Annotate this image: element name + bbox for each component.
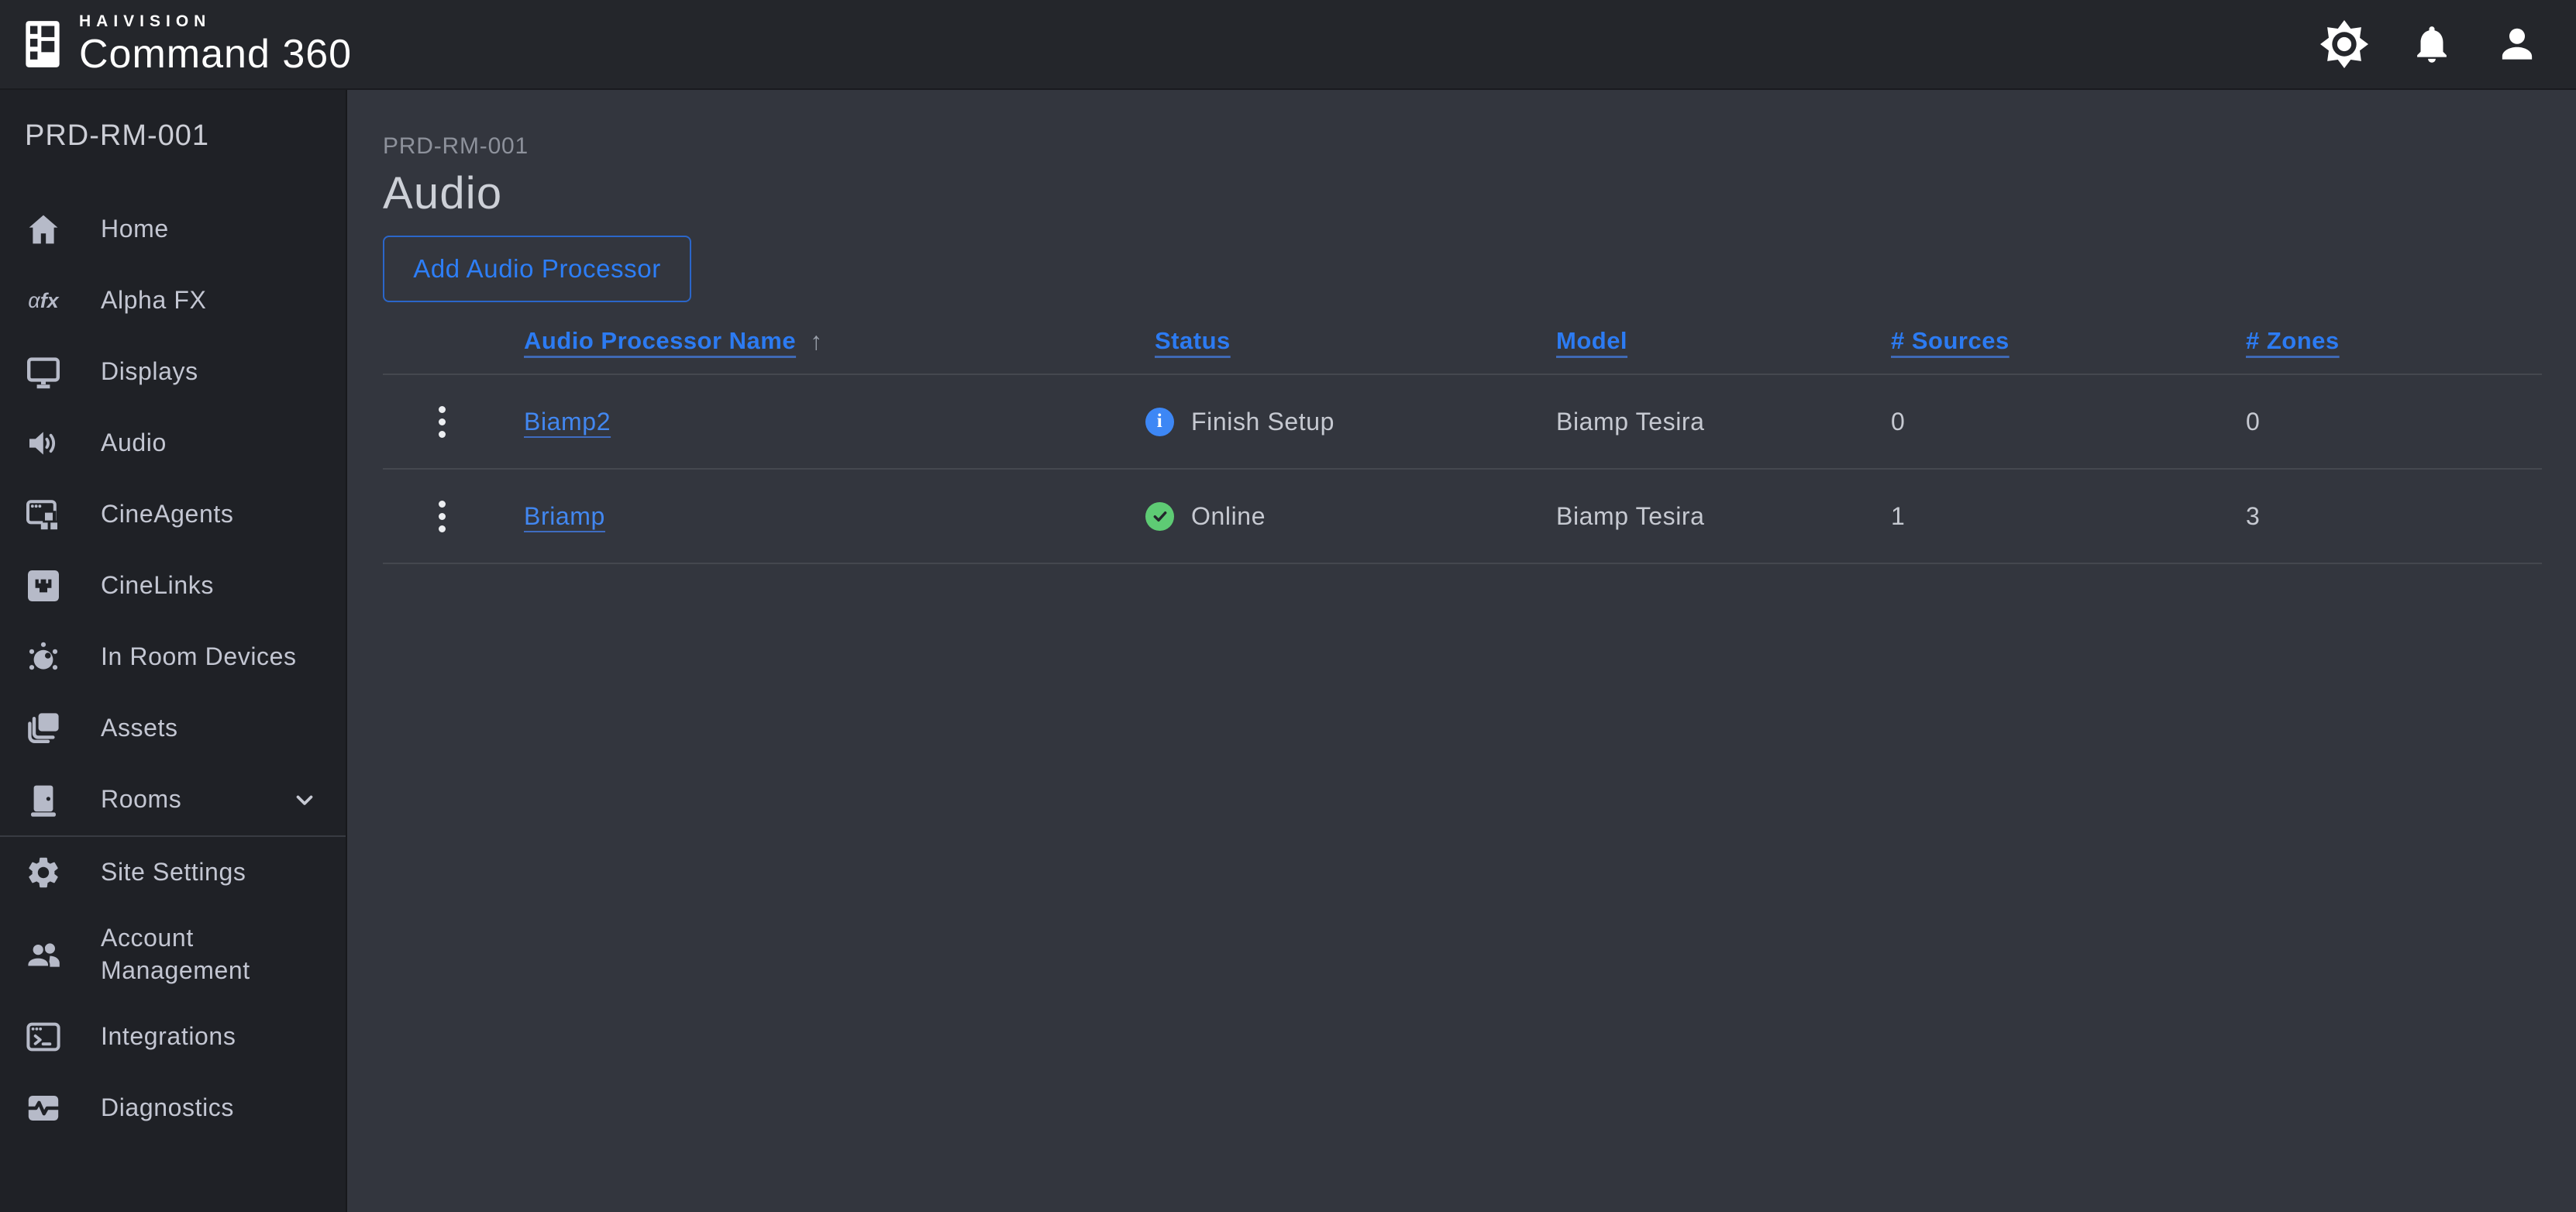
row-actions-kebab-icon[interactable]	[383, 470, 501, 563]
column-header-sources[interactable]: # Sources	[1891, 327, 2246, 355]
sidebar-item-label: Rooms	[101, 783, 181, 816]
alpha-fx-icon: αfx	[23, 289, 64, 313]
brand-product: Command 360	[79, 32, 352, 77]
sidebar-item-label: CineLinks	[101, 570, 214, 602]
sidebar-item-displays[interactable]: Displays	[0, 336, 346, 408]
site-settings-gear-icon	[23, 854, 64, 891]
cinelinks-icon	[23, 567, 64, 604]
sidebar-item-label: Home	[101, 213, 169, 246]
sidebar-item-label: Audio	[101, 427, 167, 460]
column-header-name[interactable]: Audio Processor Name ↑	[501, 327, 1131, 356]
sidebar-item-diagnostics[interactable]: Diagnostics	[0, 1073, 346, 1144]
status-cell: Online	[1131, 502, 1556, 531]
chevron-down-icon[interactable]	[291, 787, 318, 813]
integrations-terminal-icon	[23, 1018, 64, 1055]
audio-icon	[23, 425, 64, 462]
sidebar-item-label: Alpha FX	[101, 284, 206, 317]
sidebar-item-cineagents[interactable]: CineAgents	[0, 479, 346, 550]
column-header-model[interactable]: Model	[1556, 327, 1891, 355]
notifications-icon[interactable]	[2410, 22, 2454, 66]
sidebar-item-assets[interactable]: Assets	[0, 693, 346, 764]
sidebar-room-label: PRD-RM-001	[0, 118, 346, 153]
column-header-zones[interactable]: # Zones	[2246, 327, 2542, 355]
topbar: HAIVISION Command 360	[0, 0, 2576, 90]
page-title: Audio	[383, 166, 2542, 222]
rooms-icon	[23, 781, 64, 818]
sidebar: PRD-RM-001 Home αfx Alpha FX	[0, 90, 347, 1212]
main-content: PRD-RM-001 Audio Add Audio Processor Aud…	[347, 90, 2576, 1212]
sidebar-item-cinelinks[interactable]: CineLinks	[0, 550, 346, 621]
sort-ascending-icon[interactable]: ↑	[810, 327, 823, 356]
home-icon	[23, 211, 64, 248]
brand-logo[interactable]: HAIVISION Command 360	[0, 12, 352, 77]
sidebar-item-integrations[interactable]: Integrations	[0, 1001, 346, 1073]
breadcrumb[interactable]: PRD-RM-001	[383, 132, 2542, 161]
sidebar-item-home[interactable]: Home	[0, 194, 346, 265]
displays-icon	[23, 353, 64, 391]
column-header-status[interactable]: Status	[1131, 327, 1556, 355]
audio-processor-table: Audio Processor Name ↑ Status Model # So…	[383, 308, 2542, 564]
sidebar-item-rooms[interactable]: Rooms	[0, 764, 346, 835]
settings-icon[interactable]	[2320, 20, 2368, 68]
table-header-row: Audio Processor Name ↑ Status Model # So…	[383, 308, 2542, 375]
sidebar-nav: Home αfx Alpha FX Displays	[0, 194, 346, 1144]
processor-name-cell: Briamp	[501, 502, 1131, 531]
account-management-icon	[23, 936, 64, 973]
table-row: Biamp2 i Finish Setup Biamp Tesira 0 0	[383, 375, 2542, 470]
add-audio-processor-button[interactable]: Add Audio Processor	[383, 236, 691, 302]
zones-cell: 3	[2246, 502, 2542, 531]
processor-link[interactable]: Biamp2	[524, 408, 611, 436]
sidebar-item-label: Site Settings	[101, 856, 246, 889]
sidebar-item-label: In Room Devices	[101, 641, 297, 673]
sidebar-item-alpha-fx[interactable]: αfx Alpha FX	[0, 265, 346, 336]
sidebar-item-label: Displays	[101, 356, 198, 388]
sources-cell: 0	[1891, 408, 2246, 436]
in-room-devices-icon	[23, 639, 64, 676]
status-text: Online	[1191, 502, 1266, 531]
topbar-actions	[2320, 20, 2576, 68]
sidebar-item-label: CineAgents	[101, 498, 233, 531]
table-row: Briamp Online Biamp Tesira 1 3	[383, 470, 2542, 564]
status-text: Finish Setup	[1191, 408, 1334, 436]
sidebar-item-account-management[interactable]: Account Management	[0, 908, 346, 1001]
diagnostics-pulse-icon	[23, 1090, 64, 1127]
brand-text: HAIVISION Command 360	[79, 12, 352, 77]
sidebar-item-label: Diagnostics	[101, 1092, 234, 1124]
processor-name-cell: Biamp2	[501, 408, 1131, 436]
brand-company: HAIVISION	[79, 12, 352, 32]
zones-cell: 0	[2246, 408, 2542, 436]
haivision-filmstrip-icon	[23, 19, 62, 70]
info-icon: i	[1145, 408, 1174, 436]
row-actions-kebab-icon[interactable]	[383, 375, 501, 468]
sidebar-item-label: Integrations	[101, 1021, 236, 1053]
sidebar-item-in-room-devices[interactable]: In Room Devices	[0, 621, 346, 693]
model-cell: Biamp Tesira	[1556, 408, 1891, 436]
status-cell: i Finish Setup	[1131, 408, 1556, 436]
sidebar-item-site-settings[interactable]: Site Settings	[0, 837, 346, 908]
cineagents-icon	[23, 496, 64, 533]
model-cell: Biamp Tesira	[1556, 502, 1891, 531]
assets-icon	[23, 710, 64, 747]
sources-cell: 1	[1891, 502, 2246, 531]
account-icon[interactable]	[2495, 22, 2539, 66]
sidebar-item-audio[interactable]: Audio	[0, 408, 346, 479]
sidebar-item-label: Assets	[101, 712, 178, 745]
sidebar-item-label: Account Management	[101, 922, 318, 986]
processor-link[interactable]: Briamp	[524, 502, 605, 530]
check-circle-icon	[1145, 502, 1174, 531]
